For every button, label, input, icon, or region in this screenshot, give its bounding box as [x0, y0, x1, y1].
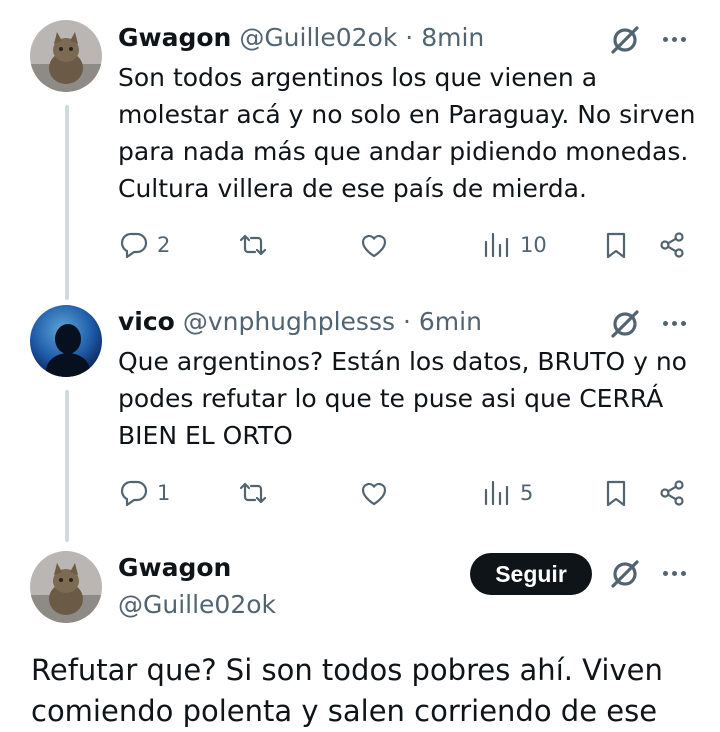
tweet-text-line: Que argentinos? Están los datos, BRUTO y…	[118, 347, 687, 376]
grok-icon[interactable]	[609, 558, 641, 590]
more-icon[interactable]	[659, 24, 689, 54]
tweet-text-line: Son todos argentinos los que vienen a	[118, 63, 598, 92]
like-button[interactable]	[359, 478, 389, 508]
retweet-icon	[239, 482, 267, 504]
tweet-text-line: BIEN EL ORTO	[118, 421, 293, 450]
views-button[interactable]: 10	[482, 230, 547, 260]
tweet-text-line: Refutar que? Si son todos pobres ahí. Vi…	[31, 653, 663, 687]
reply-button[interactable]: 2	[119, 230, 170, 260]
tweet-header: Gwagon @Guille02ok · 8min	[118, 22, 484, 54]
retweet-button[interactable]	[238, 478, 268, 508]
bookmark-button[interactable]	[601, 230, 631, 260]
reply-count: 1	[157, 481, 171, 505]
share-button[interactable]	[657, 478, 687, 508]
grok-icon[interactable]	[609, 24, 641, 56]
tweet-text-line: comiendo polenta y salen corriendo de es…	[31, 694, 658, 728]
reply-button[interactable]: 1	[119, 478, 170, 508]
more-icon[interactable]	[659, 558, 689, 588]
like-button[interactable]	[359, 230, 389, 260]
tweet-text: Son todos argentinos los que vienen a mo…	[118, 59, 695, 207]
separator: ·	[405, 23, 414, 52]
views-button[interactable]: 5	[482, 478, 533, 508]
display-name[interactable]: Gwagon	[118, 553, 231, 582]
views-count: 5	[520, 481, 534, 505]
more-icon[interactable]	[659, 308, 689, 338]
bookmark-icon	[606, 232, 626, 259]
timestamp[interactable]: 8min	[421, 23, 484, 52]
tweet-text-line: podes refutar lo que te puse asi que CER…	[118, 384, 664, 413]
reply-icon	[120, 232, 148, 259]
avatar[interactable]	[30, 20, 102, 92]
cat-avatar-image	[30, 20, 102, 92]
display-name[interactable]: vico	[118, 307, 175, 336]
tweet-text-line: para nada más que andar pidiendo monedas…	[118, 137, 689, 166]
separator: ·	[402, 307, 411, 336]
like-icon	[361, 482, 387, 506]
handle[interactable]: @Guille02ok	[118, 590, 276, 619]
retweet-icon	[239, 234, 267, 256]
thread-line	[65, 105, 69, 300]
share-icon	[660, 480, 684, 506]
like-icon	[361, 234, 387, 258]
share-icon	[660, 232, 684, 258]
handle[interactable]: @Guille02ok	[239, 23, 397, 52]
main-tweet-name-row: Gwagon	[118, 552, 231, 584]
dark-silhouette-avatar-image	[30, 305, 102, 377]
handle[interactable]: @vnphughplesss	[183, 307, 395, 336]
display-name[interactable]: Gwagon	[118, 23, 231, 52]
reply-count: 2	[157, 233, 171, 257]
tweet-text: Que argentinos? Están los datos, BRUTO y…	[118, 343, 687, 454]
tweet-header: vico @vnphughplesss · 6min	[118, 306, 482, 338]
follow-button[interactable]: Seguir	[470, 553, 592, 595]
reply-icon	[120, 480, 148, 507]
tweet-text-line: molestar acá y no solo en Paraguay. No s…	[118, 100, 696, 129]
views-icon	[484, 480, 509, 506]
share-button[interactable]	[657, 230, 687, 260]
main-tweet-handle-row: @Guille02ok	[118, 589, 276, 621]
thread-line	[65, 390, 69, 542]
retweet-button[interactable]	[238, 230, 268, 260]
grok-icon[interactable]	[609, 308, 641, 340]
timestamp[interactable]: 6min	[419, 307, 482, 336]
avatar[interactable]	[30, 551, 102, 623]
views-icon	[484, 232, 509, 258]
views-count: 10	[520, 233, 547, 257]
cat-avatar-image	[30, 551, 102, 623]
tweet-text-line: Cultura villera de ese país de mierda.	[118, 174, 587, 203]
bookmark-button[interactable]	[601, 478, 631, 508]
avatar[interactable]	[30, 305, 102, 377]
bookmark-icon	[606, 480, 626, 507]
